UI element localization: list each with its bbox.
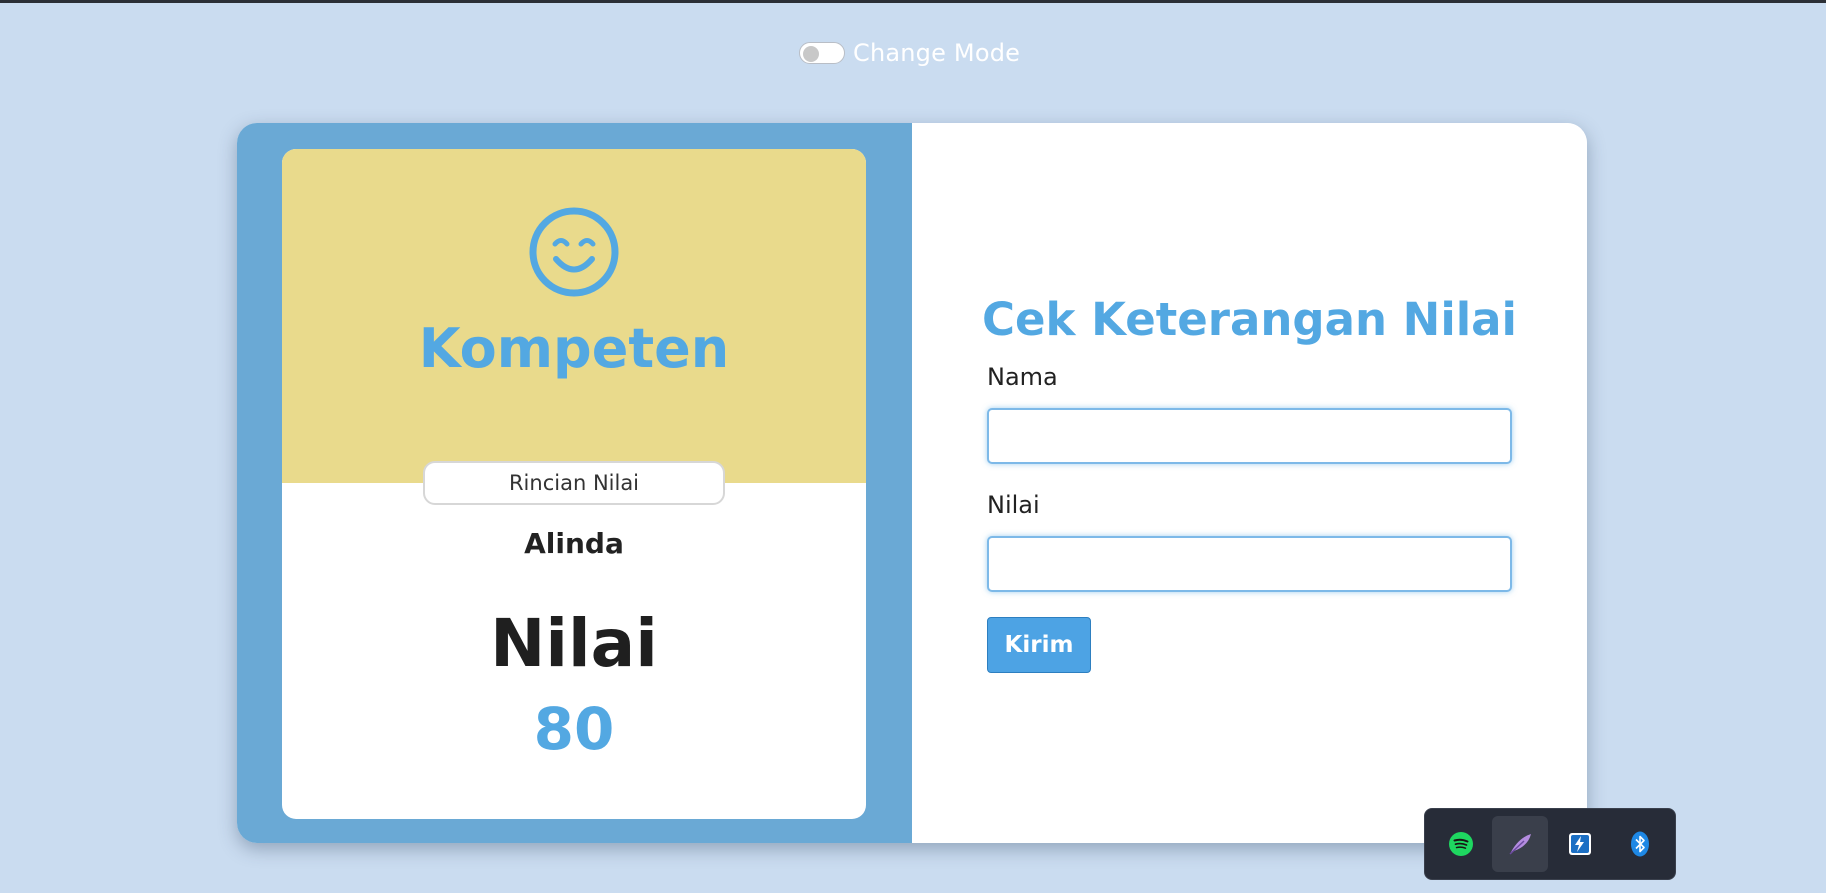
score-details-button[interactable]: Rincian Nilai bbox=[423, 461, 725, 505]
score-input[interactable] bbox=[987, 536, 1512, 592]
toggle-knob bbox=[803, 46, 819, 62]
feather-icon bbox=[1509, 834, 1531, 855]
change-mode-label: Change Mode bbox=[853, 39, 1021, 67]
name-input[interactable] bbox=[987, 408, 1512, 464]
form-title: Cek Keterangan Nilai bbox=[982, 293, 1517, 346]
score-heading: Nilai bbox=[490, 605, 658, 682]
score-value: 80 bbox=[533, 695, 615, 763]
result-status: Kompeten bbox=[418, 317, 730, 380]
result-card: Kompeten Rincian Nilai Alinda Nilai 80 bbox=[282, 149, 866, 819]
name-label: Nama bbox=[987, 363, 1058, 391]
smile-icon bbox=[529, 207, 619, 297]
thunderbolt-icon bbox=[1569, 833, 1591, 855]
toggle-switch[interactable] bbox=[799, 42, 845, 64]
result-pane: Kompeten Rincian Nilai Alinda Nilai 80 bbox=[237, 123, 912, 843]
spotify-icon bbox=[1449, 832, 1473, 856]
change-mode-toggle[interactable]: Change Mode bbox=[799, 39, 1020, 67]
form-pane: Cek Keterangan Nilai Nama Nilai Kirim bbox=[912, 123, 1587, 843]
score-label: Nilai bbox=[987, 491, 1040, 519]
tray-item-feather[interactable] bbox=[1492, 816, 1548, 872]
tray-item-bluetooth[interactable] bbox=[1612, 816, 1668, 872]
result-status-panel: Kompeten bbox=[282, 149, 866, 483]
tray-item-spotify[interactable] bbox=[1433, 816, 1489, 872]
system-tray bbox=[1424, 808, 1676, 880]
bluetooth-icon bbox=[1631, 831, 1649, 857]
main-card: Kompeten Rincian Nilai Alinda Nilai 80 C… bbox=[237, 123, 1587, 843]
student-name: Alinda bbox=[524, 527, 624, 560]
window-top-edge bbox=[0, 0, 1826, 3]
tray-item-thunderbolt[interactable] bbox=[1552, 816, 1608, 872]
submit-button[interactable]: Kirim bbox=[987, 617, 1091, 673]
